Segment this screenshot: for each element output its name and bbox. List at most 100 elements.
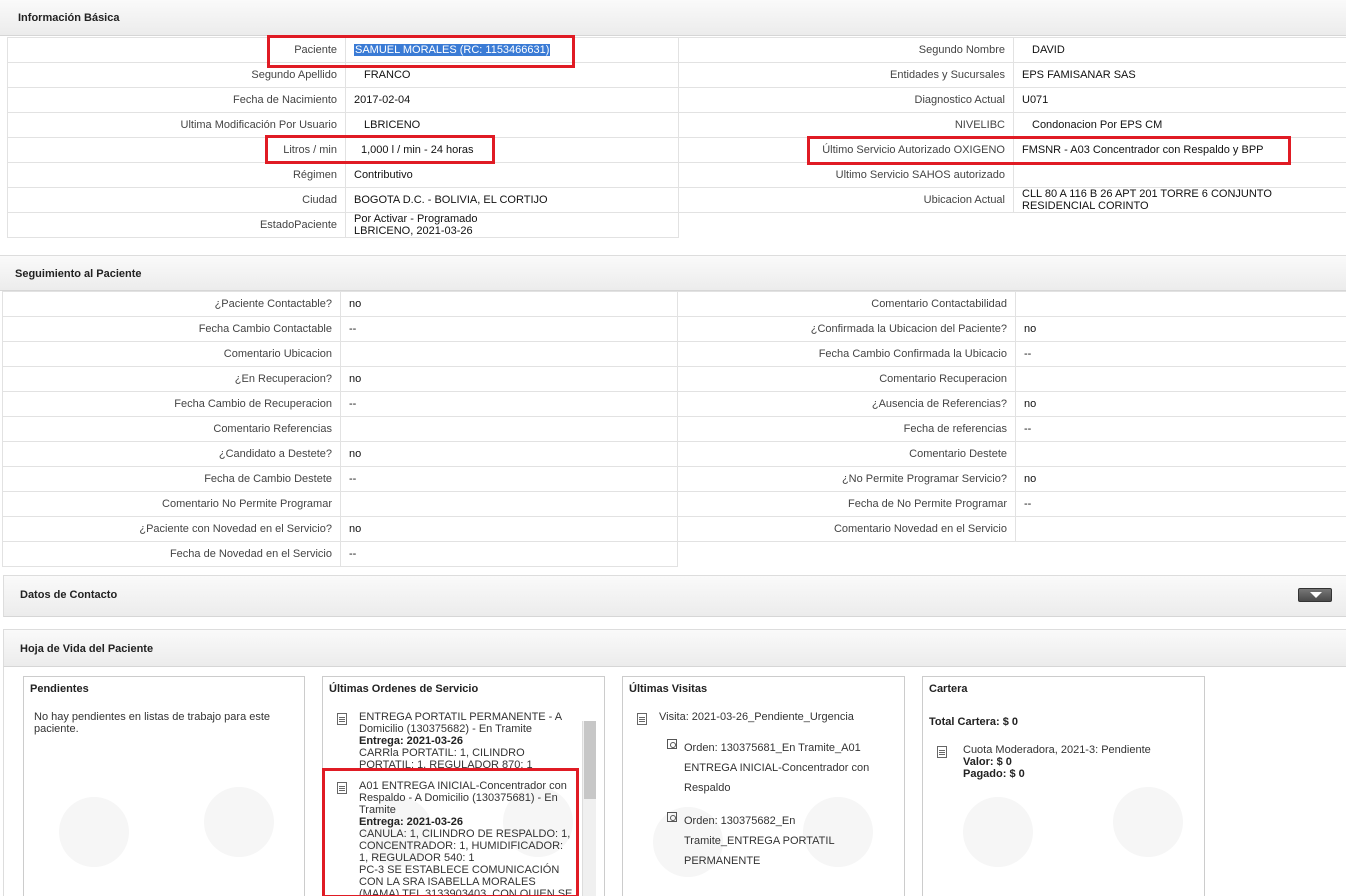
- seguimiento-left-table: ¿Paciente Contactable? no Fecha Cambio Co…: [2, 291, 678, 567]
- field-value: --: [340, 391, 678, 417]
- field-value: [1013, 162, 1346, 188]
- field-value: no: [340, 516, 678, 542]
- section-header-informacion-basica: Información Básica: [0, 0, 1346, 36]
- visit-order-item[interactable]: Orden: 130375681_En Tramite_A01 ENTREGA …: [684, 738, 869, 798]
- field-label: Ultima Modificación Por Usuario: [7, 112, 346, 138]
- field-value: [1015, 441, 1346, 467]
- field-label: ¿Paciente con Novedad en el Servicio?: [2, 516, 341, 542]
- table-row: Ciudad BOGOTA D.C. - BOLIVIA, EL CORTIJO: [7, 187, 679, 213]
- order-line: CARRla PORTATIL: 1, CILINDRO: [359, 747, 525, 759]
- order-entrega: Entrega: 2021-03-26: [359, 816, 463, 828]
- patient-value[interactable]: SAMUEL MORALES (RC: 1153466631): [345, 37, 679, 63]
- field-value: CLL 80 A 116 B 26 APT 201 TORRE 6 CONJUN…: [1013, 187, 1346, 213]
- field-value: [1015, 366, 1346, 392]
- order-line: 1, REGULADOR 540: 1: [359, 852, 475, 864]
- order-line: A01 ENTREGA INICIAL-Concentrador con: [359, 780, 567, 792]
- field-value: FRANCO: [345, 62, 679, 88]
- table-row: Fecha de Cambio Destete --: [2, 466, 678, 492]
- panel-visitas: Últimas Visitas Visita: 2021-03-26_Pendi…: [622, 676, 905, 896]
- table-row: Litros / min 1,000 l / min - 24 horas: [7, 137, 679, 163]
- field-value: no: [340, 291, 678, 317]
- field-label: Segundo Nombre: [678, 37, 1014, 63]
- expand-toggle-button[interactable]: [1298, 588, 1332, 602]
- field-value: no: [1015, 316, 1346, 342]
- table-row: ¿Confirmada la Ubicacion del Paciente? no: [677, 316, 1346, 342]
- table-row: Comentario Recuperacion: [677, 366, 1346, 392]
- field-label: Fecha Cambio de Recuperacion: [2, 391, 341, 417]
- basic-info-right-table: Segundo Nombre DAVID Entidades y Sucursal…: [678, 37, 1346, 213]
- field-value: [340, 416, 678, 442]
- field-label: Comentario Referencias: [2, 416, 341, 442]
- table-row: Ubicacion Actual CLL 80 A 116 B 26 APT 20…: [678, 187, 1346, 213]
- order-line: Orden: 130375682_En: [684, 815, 796, 827]
- order-line: Domicilio (130375682) - En Tramite: [359, 723, 533, 735]
- table-row: Régimen Contributivo: [7, 162, 679, 188]
- cartera-item[interactable]: Cuota Moderadora, 2021-3: Pendiente Valo…: [963, 744, 1151, 780]
- order-line: CANULA: 1, CILINDRO DE RESPALDO: 1,: [359, 828, 571, 840]
- scroll-thumb[interactable]: [584, 721, 596, 799]
- field-label: Segundo Apellido: [7, 62, 346, 88]
- cartera-item-label: Cuota Moderadora, 2021-3: Pendiente: [963, 744, 1151, 756]
- field-label: Fecha Cambio Contactable: [2, 316, 341, 342]
- field-label: ¿Confirmada la Ubicacion del Paciente?: [677, 316, 1016, 342]
- order-item[interactable]: ENTREGA PORTATIL PERMANENTE - A Domicili…: [359, 711, 581, 771]
- table-row: Entidades y Sucursales EPS FAMISANAR SAS: [678, 62, 1346, 88]
- order-item[interactable]: A01 ENTREGA INICIAL-Concentrador con Res…: [359, 780, 581, 896]
- text-line: No hay pendientes en listas de trabajo p…: [34, 711, 271, 723]
- table-row: EstadoPaciente Por Activar - Programado LB…: [7, 212, 679, 238]
- table-row: Comentario Novedad en el Servicio: [677, 516, 1346, 542]
- field-value: 1,000 l / min - 24 horas: [345, 137, 679, 163]
- paw-watermark: [1113, 787, 1183, 857]
- estado-line: Por Activar - Programado: [354, 213, 478, 225]
- field-label: ¿Paciente Contactable?: [2, 291, 341, 317]
- table-row: Ultimo Servicio SAHOS autorizado: [678, 162, 1346, 188]
- field-value: --: [1015, 416, 1346, 442]
- panel-title: Últimas Visitas: [629, 683, 708, 695]
- order-line: Orden: 130375681_En Tramite_A01: [684, 742, 861, 754]
- field-value: 2017-02-04: [345, 87, 679, 113]
- field-value: no: [1015, 391, 1346, 417]
- table-row: NIVELIBC Condonacion Por EPS CM: [678, 112, 1346, 138]
- field-label: Comentario Recuperacion: [677, 366, 1016, 392]
- field-label: ¿No Permite Programar Servicio?: [677, 466, 1016, 492]
- order-line: PORTATIL: 1, REGULADOR 870: 1: [359, 759, 533, 771]
- field-label: Régimen: [7, 162, 346, 188]
- patient-name-selected[interactable]: SAMUEL MORALES (RC: 1153466631): [354, 44, 551, 56]
- section-header-datos-contacto[interactable]: Datos de Contacto: [3, 575, 1346, 617]
- field-label: Último Servicio Autorizado OXIGENO: [678, 137, 1014, 163]
- order-line: ENTREGA PORTATIL PERMANENTE - A: [359, 711, 563, 723]
- visit-item[interactable]: Visita: 2021-03-26_Pendiente_Urgencia: [659, 711, 854, 723]
- table-row: ¿Paciente Contactable? no: [2, 291, 678, 317]
- estado-line: LBRICENO, 2021-03-26: [354, 225, 473, 237]
- cartera-total: Total Cartera: $ 0: [929, 716, 1019, 728]
- field-label: Fecha Cambio Confirmada la Ubicacio: [677, 341, 1016, 367]
- visit-order-item[interactable]: Orden: 130375682_En Tramite_ENTREGA PORT…: [684, 811, 835, 871]
- field-value: [1015, 291, 1346, 317]
- orders-scrollbar[interactable]: [582, 721, 596, 896]
- table-row: ¿Candidato a Destete? no: [2, 441, 678, 467]
- field-label: Comentario Novedad en el Servicio: [677, 516, 1016, 542]
- field-label: Ultimo Servicio SAHOS autorizado: [678, 162, 1014, 188]
- field-label: Comentario Destete: [677, 441, 1016, 467]
- table-row: Fecha Cambio Contactable --: [2, 316, 678, 342]
- table-row: Comentario Contactabilidad: [677, 291, 1346, 317]
- panel-title: Pendientes: [30, 683, 89, 695]
- table-row: Fecha de No Permite Programar --: [677, 491, 1346, 517]
- field-label: Diagnostico Actual: [678, 87, 1014, 113]
- document-icon: [337, 782, 347, 794]
- field-label: ¿Candidato a Destete?: [2, 441, 341, 467]
- field-value: LBRICENO: [345, 112, 679, 138]
- field-value: --: [1015, 491, 1346, 517]
- field-label: Fecha de Novedad en el Servicio: [2, 541, 341, 567]
- table-row: ¿No Permite Programar Servicio? no: [677, 466, 1346, 492]
- order-line: PC-3 SE ESTABLECE COMUNICACIÓN: [359, 864, 560, 876]
- field-label: NIVELIBC: [678, 112, 1014, 138]
- order-line: Respaldo: [684, 782, 731, 794]
- field-label: Comentario Ubicacion: [2, 341, 341, 367]
- field-label: Paciente: [7, 37, 346, 63]
- table-row: ¿En Recuperacion? no: [2, 366, 678, 392]
- field-value: FMSNR - A03 Concentrador con Respaldo y …: [1013, 137, 1346, 163]
- address-line: CLL 80 A 116 B 26 APT 201 TORRE 6 CONJUN…: [1022, 188, 1272, 200]
- field-value: [340, 491, 678, 517]
- document-icon: [337, 713, 347, 725]
